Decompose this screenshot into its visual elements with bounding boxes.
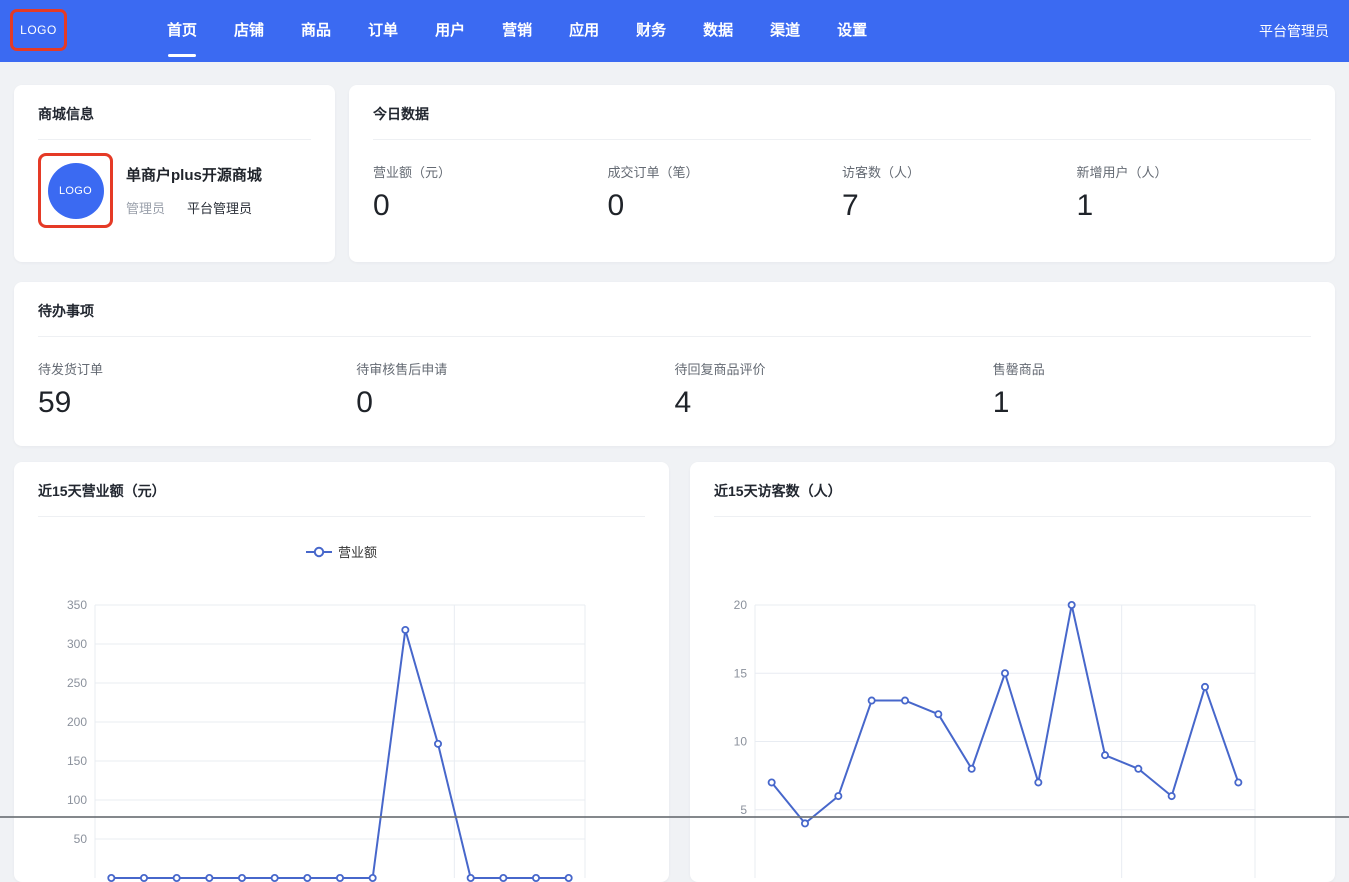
stat-value: 0 xyxy=(608,189,843,223)
svg-text:250: 250 xyxy=(67,676,87,690)
svg-text:15: 15 xyxy=(734,666,748,680)
divider xyxy=(38,516,645,517)
todo-card-title: 待办事项 xyxy=(14,282,1335,321)
nav-item[interactable]: 渠道 xyxy=(770,0,800,62)
stat-value: 0 xyxy=(373,189,608,223)
turnover-chart-title: 近15天营业额（元） xyxy=(14,462,669,501)
user-menu[interactable]: 平台管理员 xyxy=(1259,0,1329,62)
stat-label: 待发货订单 xyxy=(38,359,356,378)
stat-item: 待回复商品评价 4 xyxy=(675,359,993,420)
nav-item[interactable]: 财务 xyxy=(636,0,666,62)
stat-value: 4 xyxy=(675,386,993,420)
svg-text:5: 5 xyxy=(740,803,747,817)
svg-text:350: 350 xyxy=(67,598,87,612)
stat-label: 待审核售后申请 xyxy=(356,359,674,378)
stat-label: 访客数（人） xyxy=(842,162,1077,181)
annotation-highlight-logo: LOGO xyxy=(10,9,67,51)
visitors-line-chart: 5 10 15 20 xyxy=(690,462,1335,882)
nav-item[interactable]: 营销 xyxy=(502,0,532,62)
svg-text:300: 300 xyxy=(67,637,87,651)
mall-meta: 单商户plus开源商城 管理员 平台管理员 xyxy=(126,164,262,217)
mall-roles: 管理员 平台管理员 xyxy=(126,198,262,217)
stat-label: 售罄商品 xyxy=(993,359,1311,378)
nav-item[interactable]: 店铺 xyxy=(234,0,264,62)
divider xyxy=(714,516,1311,517)
svg-text:200: 200 xyxy=(67,715,87,729)
top-navbar: LOGO 首页 店铺 商品 订单 用户 营销 应用 财务 数据 渠道 设置 平台… xyxy=(0,0,1349,62)
role-value: 平台管理员 xyxy=(187,198,252,217)
mall-info-card: 商城信息 LOGO 单商户plus开源商城 管理员 平台管理员 xyxy=(14,85,335,262)
svg-text:10: 10 xyxy=(734,735,748,749)
svg-text:150: 150 xyxy=(67,754,87,768)
visitors-chart-card: 近15天访客数（人） 5 10 15 20 xyxy=(690,462,1335,882)
today-stats: 营业额（元） 0 成交订单（笔） 0 访客数（人） 7 新增用户（人） xyxy=(349,140,1335,223)
stat-item: 售罄商品 1 xyxy=(993,359,1311,420)
chart-legend[interactable]: 营业额 xyxy=(14,542,669,561)
stat-item: 访客数（人） 7 xyxy=(842,162,1077,223)
svg-text:100: 100 xyxy=(67,793,87,807)
top-row: 商城信息 LOGO 单商户plus开源商城 管理员 平台管理员 今日数据 xyxy=(14,85,1335,262)
legend-label: 营业额 xyxy=(338,542,377,561)
stat-item: 成交订单（笔） 0 xyxy=(608,162,843,223)
charts-row: 近15天营业额（元） 营业额 50 100 150 200 250 300 350 近15天… xyxy=(14,462,1335,882)
stat-label: 待回复商品评价 xyxy=(675,359,993,378)
nav-item[interactable]: 订单 xyxy=(368,0,398,62)
stat-label: 新增用户（人） xyxy=(1077,162,1312,181)
stat-label: 营业额（元） xyxy=(373,162,608,181)
stat-value: 1 xyxy=(993,386,1311,420)
mall-logo-avatar[interactable]: LOGO xyxy=(48,163,104,219)
turnover-line-chart: 50 100 150 200 250 300 350 xyxy=(14,462,669,882)
stat-item: 营业额（元） 0 xyxy=(373,162,608,223)
stat-value: 59 xyxy=(38,386,356,420)
role-label: 管理员 xyxy=(126,198,165,217)
mall-info-row: LOGO 单商户plus开源商城 管理员 平台管理员 xyxy=(14,140,335,228)
annotation-highlight-avatar: LOGO xyxy=(38,153,113,228)
nav-item[interactable]: 应用 xyxy=(569,0,599,62)
visitors-chart-title: 近15天访客数（人） xyxy=(690,462,1335,501)
nav-item[interactable]: 商品 xyxy=(301,0,331,62)
nav-item[interactable]: 首页 xyxy=(167,0,197,62)
legend-line-marker-icon xyxy=(306,546,332,558)
todo-card: 待办事项 待发货订单 59 待审核售后申请 0 待回复商品评价 4 xyxy=(14,282,1335,446)
main-content: 商城信息 LOGO 单商户plus开源商城 管理员 平台管理员 今日数据 xyxy=(0,62,1349,882)
logo-text[interactable]: LOGO xyxy=(20,23,57,37)
nav-item[interactable]: 用户 xyxy=(435,0,465,62)
today-card-title: 今日数据 xyxy=(349,85,1335,124)
stat-value: 0 xyxy=(356,386,674,420)
mall-card-title: 商城信息 xyxy=(14,85,335,124)
main-nav: 首页 店铺 商品 订单 用户 营销 应用 财务 数据 渠道 设置 xyxy=(167,0,867,62)
stat-value: 1 xyxy=(1077,189,1312,223)
stat-item: 待审核售后申请 0 xyxy=(356,359,674,420)
stat-item: 新增用户（人） 1 xyxy=(1077,162,1312,223)
nav-item[interactable]: 设置 xyxy=(837,0,867,62)
today-data-card: 今日数据 营业额（元） 0 成交订单（笔） 0 访客数（人） xyxy=(349,85,1335,262)
nav-item[interactable]: 数据 xyxy=(703,0,733,62)
stat-item: 待发货订单 59 xyxy=(38,359,356,420)
stat-label: 成交订单（笔） xyxy=(608,162,843,181)
mall-name: 单商户plus开源商城 xyxy=(126,164,262,185)
turnover-chart-card: 近15天营业额（元） 营业额 50 100 150 200 250 300 350 xyxy=(14,462,669,882)
stat-value: 7 xyxy=(842,189,1077,223)
svg-text:20: 20 xyxy=(734,598,748,612)
svg-text:50: 50 xyxy=(74,832,88,846)
todo-stats: 待发货订单 59 待审核售后申请 0 待回复商品评价 4 售罄商品 1 xyxy=(14,337,1335,420)
